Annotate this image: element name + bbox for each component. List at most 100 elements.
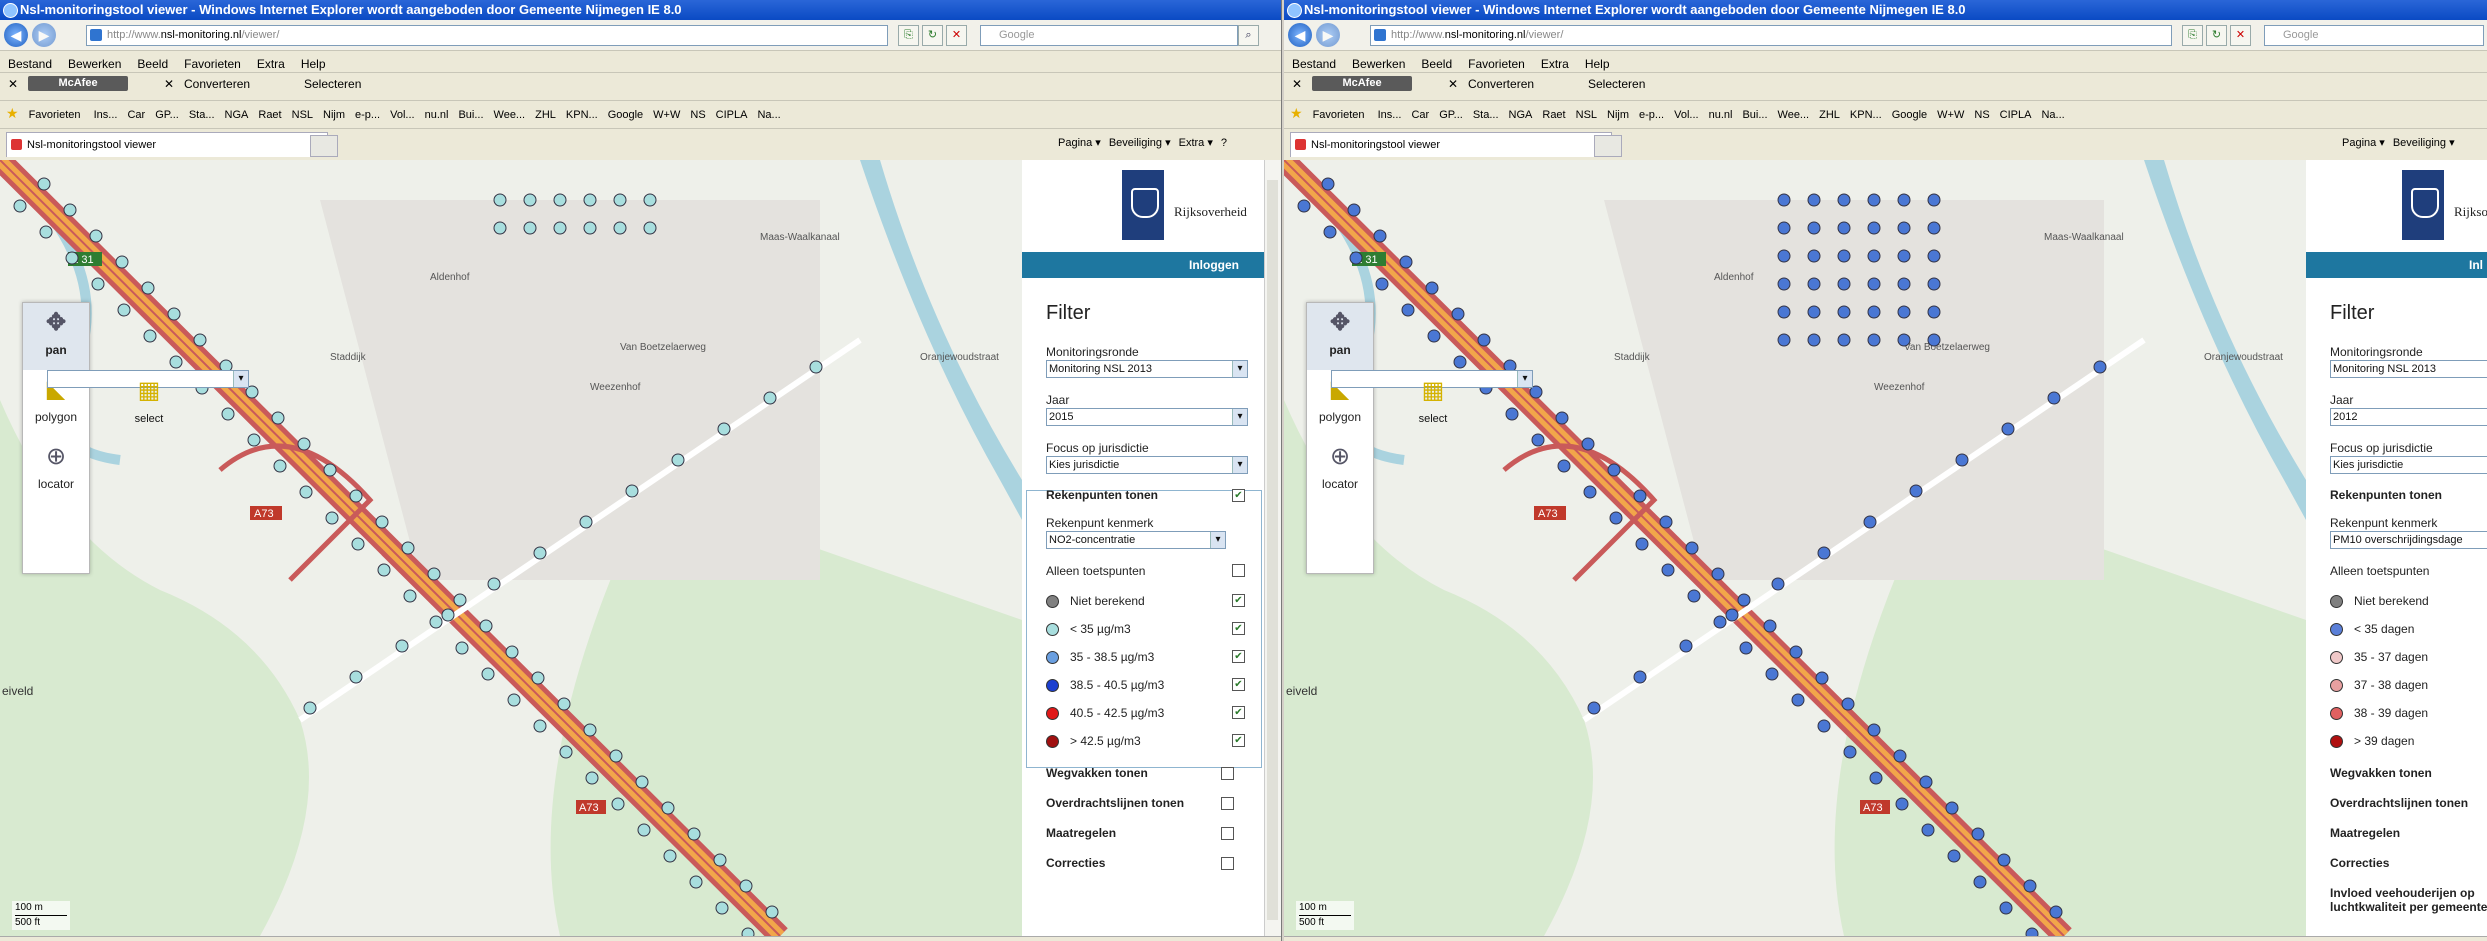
fav-link[interactable]: GP... [1439, 109, 1463, 121]
calculation-point[interactable] [1807, 305, 1821, 319]
calculation-point[interactable] [671, 453, 685, 467]
rekenpunten-checkbox[interactable]: ✔ [1232, 489, 1245, 502]
calculation-point[interactable] [1971, 827, 1985, 841]
calculation-point[interactable] [1777, 221, 1791, 235]
fav-link[interactable]: NSL [292, 109, 313, 121]
calculation-point[interactable] [1661, 563, 1675, 577]
calculation-point[interactable] [297, 437, 311, 451]
calculation-point[interactable] [1919, 775, 1933, 789]
calculation-point[interactable] [1347, 203, 1361, 217]
calculation-point[interactable] [1401, 303, 1415, 317]
calculation-point[interactable] [2047, 391, 2061, 405]
calculation-point[interactable] [1921, 823, 1935, 837]
calculation-point[interactable] [13, 199, 27, 213]
calculation-point[interactable] [533, 546, 547, 560]
fav-link[interactable]: NS [690, 109, 705, 121]
calculation-point[interactable] [1633, 670, 1647, 684]
convert-button[interactable]: Converteren [1468, 73, 1534, 95]
calculation-point[interactable] [1737, 593, 1751, 607]
calculation-point[interactable] [1897, 193, 1911, 207]
calculation-point[interactable] [643, 221, 657, 235]
calculation-point[interactable] [663, 849, 677, 863]
calculation-point[interactable] [441, 608, 455, 622]
menu-favorieten[interactable]: Favorieten [184, 57, 241, 71]
legend-checkbox[interactable]: ✔ [1232, 650, 1245, 663]
calculation-point[interactable] [689, 875, 703, 889]
calculation-point[interactable] [1607, 463, 1621, 477]
calculation-point[interactable] [2025, 927, 2039, 936]
map-canvas[interactable]: E 31 A73 A73 eiveld Van Boetzelaerweg Ma… [1284, 160, 2306, 936]
calculation-point[interactable] [1837, 333, 1851, 347]
calculation-point[interactable] [1679, 639, 1693, 653]
fav-link[interactable]: Raet [258, 109, 281, 121]
calculation-point[interactable] [579, 515, 593, 529]
fav-link[interactable]: Google [1892, 109, 1927, 121]
calculation-point[interactable] [403, 589, 417, 603]
fav-link[interactable]: W+W [1937, 109, 1964, 121]
close-toolbar-icon[interactable]: ✕ [1292, 73, 1302, 95]
calculation-point[interactable] [455, 641, 469, 655]
calculation-point[interactable] [1807, 333, 1821, 347]
calculation-point[interactable] [613, 221, 627, 235]
calculation-point[interactable] [401, 541, 415, 555]
security-menu[interactable]: Beveiliging ▾ [2393, 137, 2455, 149]
fav-link[interactable]: NGA [1509, 109, 1533, 121]
calculation-point[interactable] [1867, 723, 1881, 737]
fav-link[interactable]: e-p... [355, 109, 380, 121]
calculation-point[interactable] [1927, 193, 1941, 207]
calculation-point[interactable] [1927, 221, 1941, 235]
calculation-point[interactable] [741, 927, 755, 936]
calculation-point[interactable] [1453, 355, 1467, 369]
fav-link[interactable]: CIPLA [716, 109, 748, 121]
calculation-point[interactable] [375, 515, 389, 529]
calculation-point[interactable] [1997, 853, 2011, 867]
calculation-point[interactable] [1837, 305, 1851, 319]
fav-link[interactable]: Na... [2041, 109, 2064, 121]
fav-link[interactable]: e-p... [1639, 109, 1664, 121]
fav-link[interactable]: ZHL [535, 109, 556, 121]
menu-extra[interactable]: Extra [257, 57, 285, 71]
fav-link[interactable]: Ins... [1378, 109, 1402, 121]
calculation-point[interactable] [583, 193, 597, 207]
calculation-point[interactable] [585, 771, 599, 785]
calculation-point[interactable] [493, 221, 507, 235]
fav-link[interactable]: Nijm [323, 109, 345, 121]
calculation-point[interactable] [1999, 901, 2013, 915]
fav-link[interactable]: NGA [225, 109, 249, 121]
tab-nsl-viewer[interactable]: Nsl-monitoringstool viewer [1290, 132, 1612, 157]
calculation-point[interactable] [1771, 577, 1785, 591]
calculation-point[interactable] [1557, 459, 1571, 473]
back-arrow-icon[interactable]: ◀ [1288, 23, 1312, 47]
monitoringsronde-select[interactable]: Monitoring NSL 2013 [1046, 360, 1248, 378]
calculation-point[interactable] [1713, 615, 1727, 629]
fav-link[interactable]: Car [127, 109, 145, 121]
calculation-point[interactable] [1927, 277, 1941, 291]
calculation-point[interactable] [1687, 589, 1701, 603]
fav-link[interactable]: Bui... [1742, 109, 1767, 121]
calculation-point[interactable] [303, 701, 317, 715]
calculation-point[interactable] [1763, 619, 1777, 633]
calculation-point[interactable] [1587, 701, 1601, 715]
calculation-point[interactable] [351, 537, 365, 551]
compat-icon[interactable]: ⎘ [898, 25, 919, 46]
calculation-point[interactable] [611, 797, 625, 811]
calculation-point[interactable] [1909, 484, 1923, 498]
calculation-point[interactable] [1807, 249, 1821, 263]
calculation-point[interactable] [1837, 221, 1851, 235]
calculation-point[interactable] [1609, 511, 1623, 525]
jaar-select[interactable]: 2015 [1046, 408, 1248, 426]
calculation-point[interactable] [1927, 249, 1941, 263]
calculation-point[interactable] [1323, 225, 1337, 239]
fav-link[interactable]: Wee... [494, 109, 526, 121]
fav-link[interactable]: Ins... [94, 109, 118, 121]
convert-button[interactable]: Converteren [184, 73, 250, 95]
calculation-point[interactable] [1927, 305, 1941, 319]
fav-link[interactable]: KPN... [566, 109, 598, 121]
tool-select[interactable]: ▦ select [47, 370, 249, 425]
calculation-point[interactable] [481, 667, 495, 681]
scrollbar[interactable] [1264, 160, 1281, 936]
calculation-point[interactable] [1321, 177, 1335, 191]
calculation-point[interactable] [349, 489, 363, 503]
calculation-point[interactable] [523, 221, 537, 235]
calculation-point[interactable] [1867, 221, 1881, 235]
